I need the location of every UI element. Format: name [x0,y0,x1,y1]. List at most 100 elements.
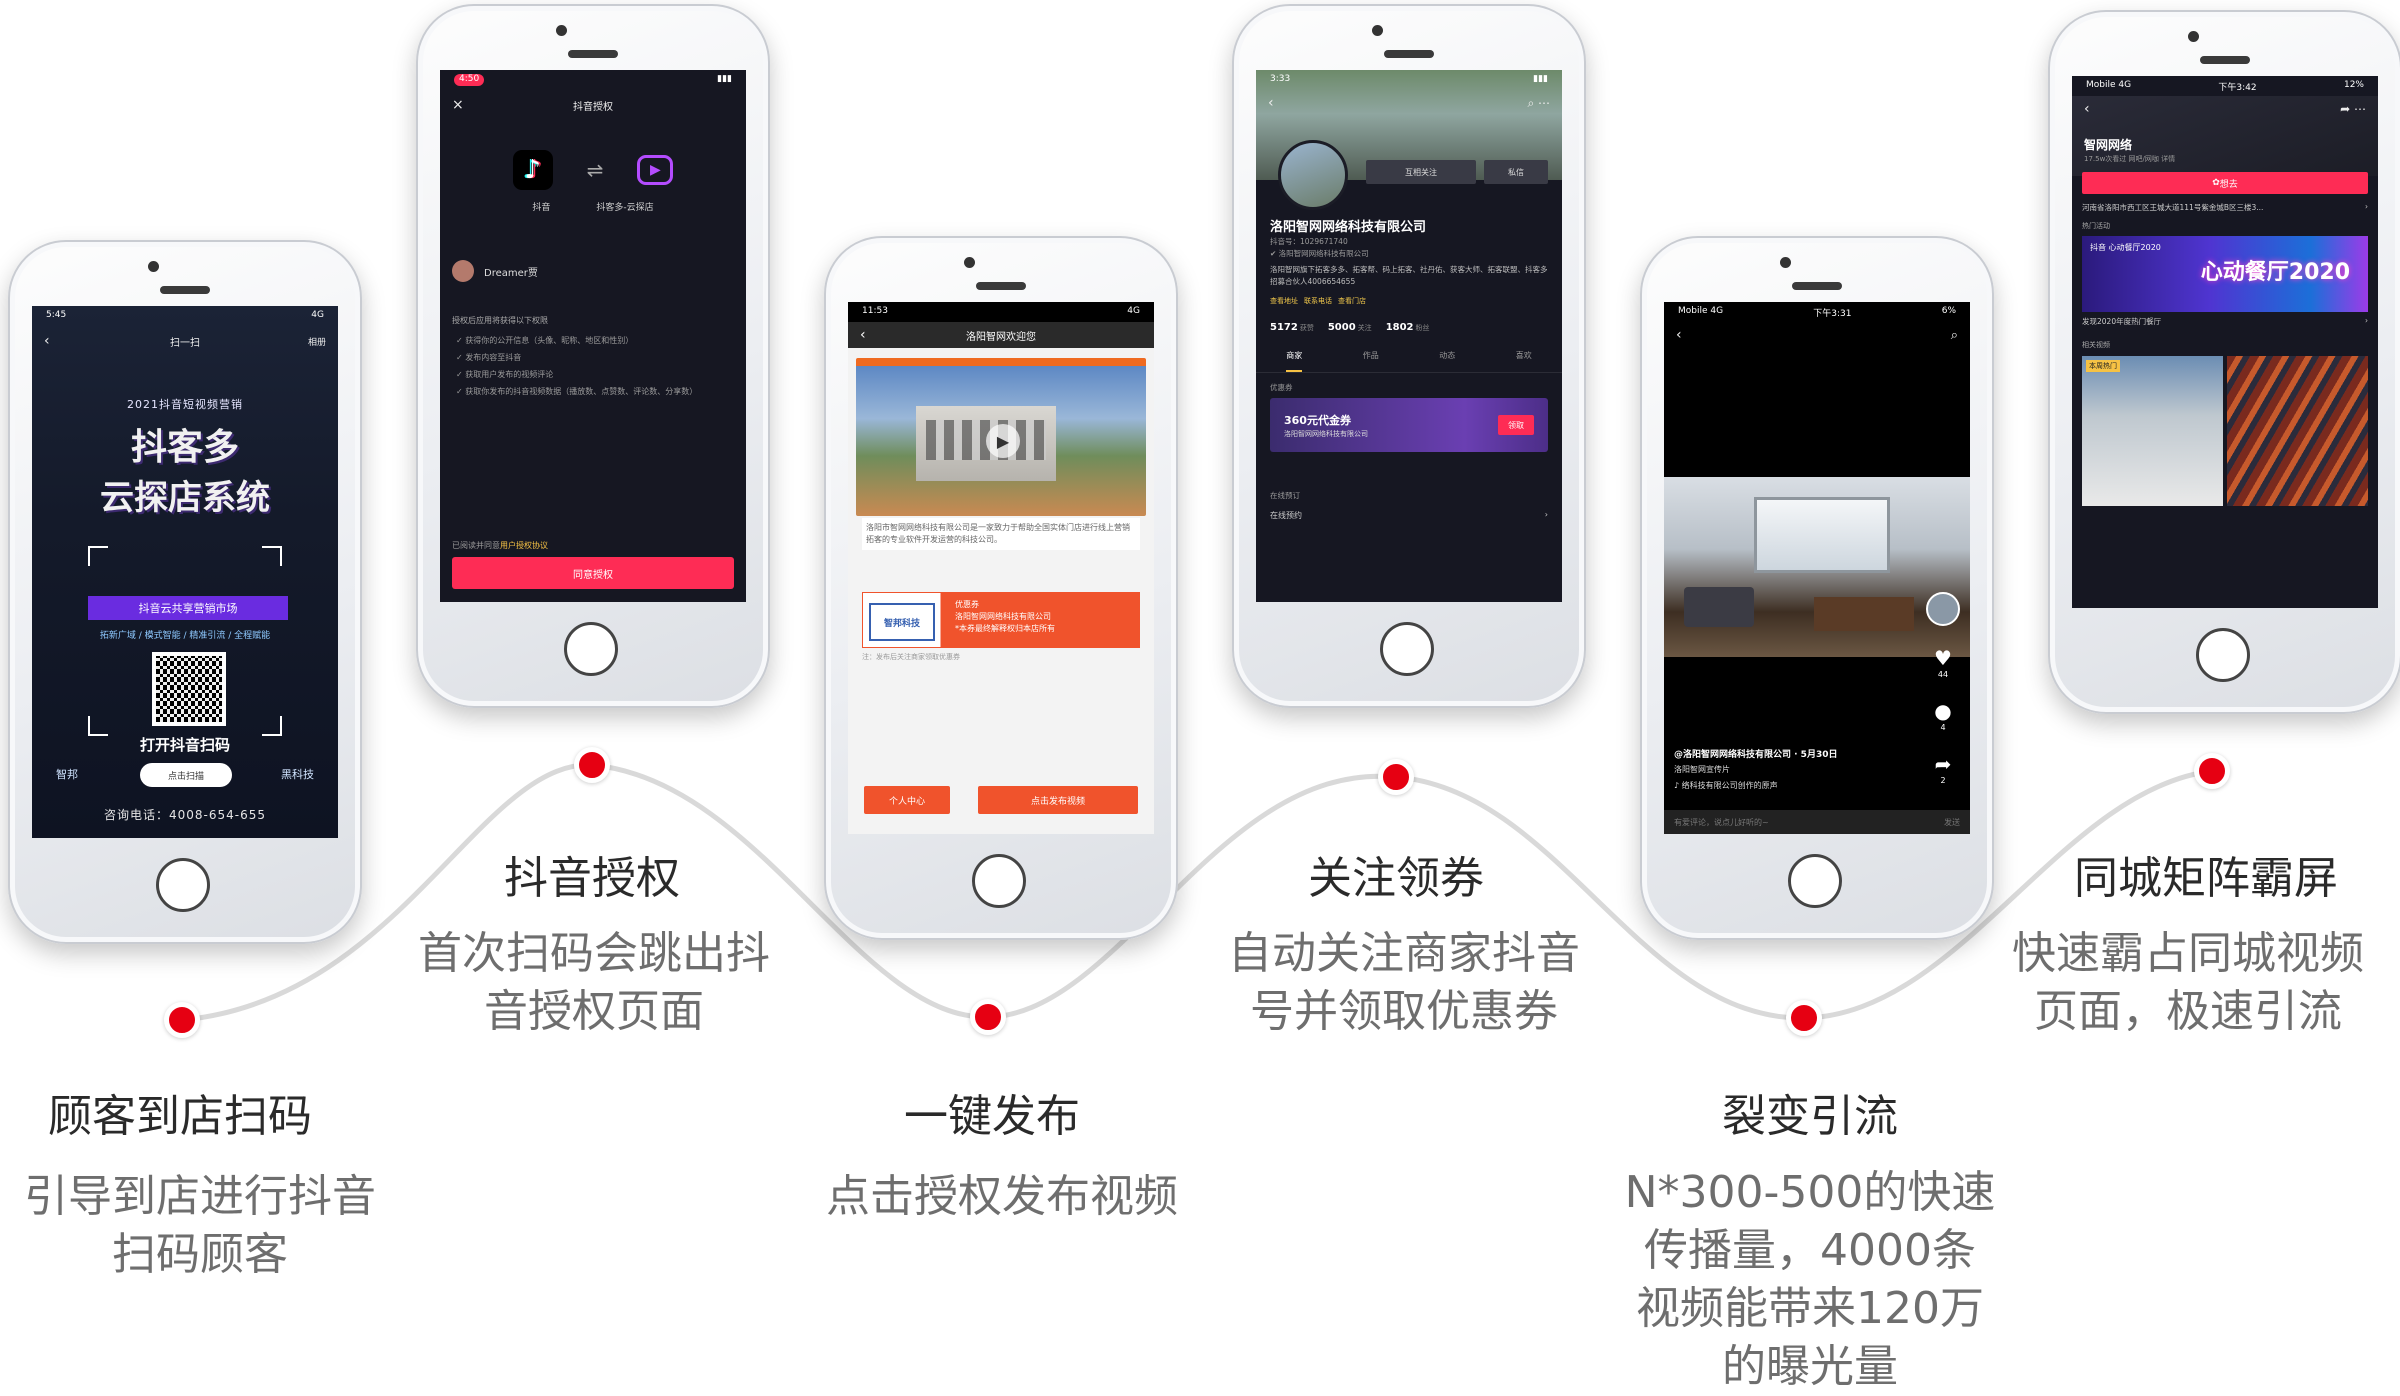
share-icon[interactable]: ➦ 2 [1935,752,1952,785]
section-online: 在线预订 [1270,491,1300,500]
step-dot [1378,759,1414,795]
permission-list: ✓ 获得你的公开信息（头像、昵称、地区和性别） ✓ 发布内容至抖音 ✓ 获取用户… [456,332,734,400]
office-window [1754,497,1890,573]
agreement-link[interactable]: 用户授权协议 [500,541,548,550]
avatar[interactable] [1926,592,1960,626]
voucher-amount: 360元代金券 [1284,414,1351,427]
phone-mockup-publish: 11:53 4G ‹ 洛阳智网欢迎您 ▶ 洛阳市智网网络科技有限公司是一家致力于… [824,236,1178,940]
screen-local: Mobile 4G 下午3:42 12% ‹ ➦ ⋯ 智网网络 17.5w次看过… [2072,76,2378,608]
back-icon[interactable]: ‹ [44,333,50,349]
coupon-card[interactable]: 智邦科技 优惠券 洛阳智网网络科技有限公司 *本券最终解释权归本店所有 [862,592,1140,648]
home-button [972,854,1026,908]
back-icon[interactable]: ‹ [1676,327,1682,343]
tab-works[interactable]: 作品 [1363,350,1379,372]
coupon-shop: 洛阳智网网络科技有限公司 [955,612,1051,621]
video-navbar: ‹ ⌕ [1664,322,1970,348]
tab-dynamic[interactable]: 动态 [1439,350,1455,372]
section-event: 热门活动 [2082,222,2110,230]
send-button[interactable]: 发送 [1944,817,1960,828]
claim-button[interactable]: 领取 [1498,415,1534,435]
poster-features: 拓新广域 / 模式智能 / 精准引流 / 全程赋能 [99,631,271,641]
video-preview[interactable]: ▶ [856,358,1146,516]
video-camera-icon: ▶ [637,155,674,185]
voucher-card[interactable]: 360元代金券 洛阳智网网络科技有限公司 领取 [1270,398,1548,452]
online-booking-row[interactable]: 在线预约 › [1270,510,1548,521]
desc-line: 扫码顾客 [112,1229,288,1280]
step-desc: 自动关注商家抖音 号并领取优惠券 [1194,925,1614,1041]
step-desc: 引导到店进行抖音 扫码顾客 [0,1168,410,1284]
video-thumbnail[interactable]: 本周热门 [2082,356,2223,506]
share-icon[interactable]: ➦ ⋯ [2340,102,2366,116]
close-icon[interactable]: × [452,97,464,113]
coupon-text: 优惠券 洛阳智网网络科技有限公司 *本券最终解释权归本店所有 [955,599,1055,635]
back-icon[interactable]: ‹ [860,327,866,343]
personal-center-button[interactable]: 个人中心 [864,786,950,814]
agree-authorize-button[interactable]: 同意授权 [452,557,734,589]
status-bar: 11:53 4G [848,302,1154,322]
music-text: 络科技有限公司创作的原声 [1681,781,1778,790]
earpiece [1792,282,1842,290]
status-carrier: Mobile 4G [1678,306,1724,316]
event-caption-row[interactable]: 发现2020年度热门餐厅 › [2082,316,2368,327]
stat-num: 1802 [1385,322,1414,333]
video-music: ♪ 络科技有限公司创作的原声 [1674,781,1778,790]
status-bar: 4:50 ▮▮▮ [440,70,746,90]
event-banner[interactable]: 抖音 心动餐厅2020 心动餐厅2020 [2082,236,2368,312]
scan-frame-corner [88,546,108,566]
want-to-go-button[interactable]: ✿ 想去 [2082,172,2368,194]
office-video[interactable] [1664,477,1970,657]
stat-likes: 5172 获赞 [1270,322,1314,333]
step-title: 关注领券 [1308,853,1484,904]
message-button[interactable]: 私信 [1484,160,1548,184]
profile-avatar [1278,140,1348,210]
home-button [2196,628,2250,682]
scan-image-button[interactable]: 点击扫描 [140,763,232,787]
shop-navbar: ‹ ➦ ⋯ [2072,96,2378,122]
profile-tags: 查看地址 联系电话 查看门店 [1270,296,1366,306]
step-desc: 快速霸占同城视频 页面，极速引流 [1978,925,2398,1041]
stat-fans[interactable]: 1802 粉丝 [1386,322,1430,333]
tab-merchant[interactable]: 商家 [1286,350,1303,372]
exchange-icon: ⇌ [586,158,604,182]
like-icon[interactable]: ♥ 44 [1934,646,1952,679]
mutual-follow-button[interactable]: 互相关注 [1366,160,1476,184]
home-button [1380,622,1434,676]
video-thumbnail[interactable] [2227,356,2368,506]
desc-line: 的曝光量 [1722,1341,1898,1392]
like-count: 44 [1937,670,1949,679]
chevron-right-icon: › [2365,316,2368,325]
publish-video-button[interactable]: 点击发布视频 [978,786,1138,814]
screen-publish: 11:53 4G ‹ 洛阳智网欢迎您 ▶ 洛阳市智网网络科技有限公司是一家致力于… [848,302,1154,834]
shop-address-row[interactable]: 河南省洛阳市西工区王城大道111号紫金城B区三楼3... › [2082,202,2368,213]
home-button [564,622,618,676]
tag-store[interactable]: 查看门店 [1338,296,1366,306]
back-icon[interactable]: ‹ [2084,101,2090,117]
stat-following[interactable]: 5000 关注 [1328,322,1372,333]
search-icon[interactable]: ⌕ [1951,328,1958,343]
back-icon[interactable]: ‹ [1268,95,1274,111]
play-icon[interactable]: ▶ [986,424,1020,458]
want-to-go-label: 想去 [2219,179,2238,190]
tag-address[interactable]: 查看地址 [1270,296,1298,306]
album-link[interactable]: 相册 [308,335,326,348]
tag-phone[interactable]: 联系电话 [1304,296,1332,306]
search-icon[interactable]: ⌕ ⋯ [1527,96,1550,111]
desc-line: 引导到店进行抖音 [24,1171,376,1222]
earpiece [1384,50,1434,58]
tab-likes[interactable]: 喜欢 [1516,350,1532,372]
permission-text: 获取你发布的抖音视频数据（播放数、点赞数、评论数、分享数） [465,387,698,396]
video-author[interactable]: @洛阳智网网络科技有限公司 · 5月30日 [1674,747,1837,760]
online-booking-label: 在线预约 [1270,511,1302,520]
section-coupon: 优惠券 [1270,383,1293,392]
phone-mockup-auth: 4:50 ▮▮▮ × 抖音授权 ♪ ⇌ ▶ 抖音 抖客多-云探店 Dreamer… [416,4,770,708]
front-camera [148,261,159,272]
comment-icon[interactable]: ● 4 [1934,699,1951,732]
step-dot [1786,1000,1822,1036]
screen-auth: 4:50 ▮▮▮ × 抖音授权 ♪ ⇌ ▶ 抖音 抖客多-云探店 Dreamer… [440,70,746,602]
permission-text: 获得你的公开信息（头像、昵称、地区和性别） [465,336,634,345]
desc-line: N*300-500的快速 [1624,1167,1996,1218]
front-camera [2188,31,2199,42]
coupon-label: 优惠券 [955,600,979,609]
hot-label: 本周热门 [2086,360,2120,372]
comment-input[interactable]: 有爱评论，说点儿好听的~ [1674,817,1769,828]
